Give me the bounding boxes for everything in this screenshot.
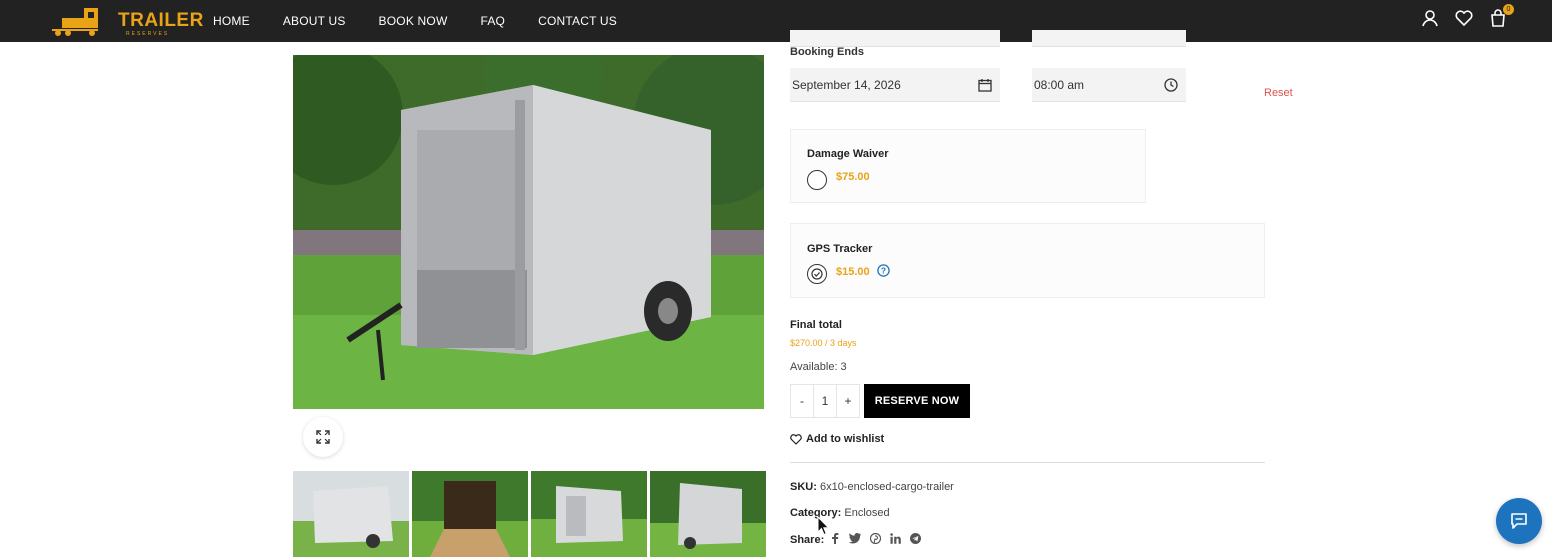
add-to-wishlist-link[interactable]: Add to wishlist: [790, 433, 884, 445]
nav-contact-us[interactable]: CONTACT US: [538, 14, 617, 28]
pinterest-icon[interactable]: [870, 533, 881, 544]
twitter-icon[interactable]: [849, 533, 861, 544]
nav-home[interactable]: HOME: [213, 14, 250, 28]
facebook-icon[interactable]: [830, 533, 840, 544]
logo-text: TRAILER: [118, 10, 204, 31]
svg-text:?: ?: [881, 266, 886, 276]
reserve-now-button[interactable]: RESERVE NOW: [864, 384, 970, 418]
wishlist-heart-icon[interactable]: [1454, 8, 1474, 28]
end-date-value: September 14, 2026: [792, 77, 901, 92]
thumbnail-1[interactable]: [293, 471, 409, 557]
sku-label: SKU:: [790, 481, 817, 493]
addon-title: Damage Waiver: [807, 148, 889, 160]
category-link[interactable]: Enclosed: [844, 507, 889, 519]
clock-icon[interactable]: [1164, 77, 1178, 92]
chat-button[interactable]: [1496, 498, 1542, 544]
sku-row: SKU: 6x10-enclosed-cargo-trailer: [790, 481, 954, 493]
thumbnail-2[interactable]: [412, 471, 528, 557]
damage-waiver-radio[interactable]: [807, 170, 827, 190]
category-row: Category: Enclosed: [790, 507, 890, 519]
mouse-cursor-icon: [817, 516, 830, 536]
main-nav: HOME ABOUT US BOOK NOW FAQ CONTACT US: [213, 0, 650, 42]
nav-faq[interactable]: FAQ: [480, 14, 505, 28]
check-circle-icon: [811, 268, 823, 280]
booking-start-date-field-partial[interactable]: [790, 30, 1000, 47]
booking-end-date-input[interactable]: September 14, 2026: [790, 68, 1000, 102]
telegram-icon[interactable]: [910, 533, 921, 544]
site-logo[interactable]: TRAILER RESERVES: [52, 4, 203, 38]
header-icons: 0: [1420, 4, 1514, 28]
qty-increase-button[interactable]: +: [837, 385, 859, 417]
divider: [790, 462, 1265, 463]
trailer-truck-icon: [52, 8, 98, 36]
expand-icon: [316, 430, 330, 444]
share-icons: [830, 533, 921, 544]
booking-ends-label: Booking Ends: [790, 46, 864, 58]
availability-text: Available: 3: [790, 361, 847, 373]
final-total-label: Final total: [790, 319, 842, 331]
logo-subtext: RESERVES: [126, 31, 170, 37]
linkedin-icon[interactable]: [890, 533, 901, 544]
help-question-icon[interactable]: ?: [877, 264, 890, 277]
final-total-value: $270.00 / 3 days: [790, 338, 857, 348]
qty-decrease-button[interactable]: -: [791, 385, 813, 417]
zoom-expand-button[interactable]: [303, 417, 343, 457]
quantity-stepper: - 1 +: [790, 384, 860, 418]
nav-book-now[interactable]: BOOK NOW: [379, 14, 448, 28]
addon-price: $15.00: [836, 266, 870, 278]
addon-gps-tracker: GPS Tracker $15.00 ?: [790, 223, 1265, 298]
account-icon[interactable]: [1420, 8, 1440, 28]
qty-input[interactable]: 1: [813, 385, 837, 417]
product-main-image[interactable]: [293, 55, 764, 409]
cart-count-badge: 0: [1503, 4, 1514, 15]
calendar-icon[interactable]: [978, 78, 992, 92]
thumbnail-4[interactable]: [650, 471, 766, 557]
booking-start-time-field-partial[interactable]: [1032, 30, 1186, 47]
addon-price: $75.00: [836, 171, 870, 183]
gps-tracker-radio-checked[interactable]: [807, 264, 827, 284]
end-time-value: 08:00 am: [1034, 77, 1085, 92]
nav-about-us[interactable]: ABOUT US: [283, 14, 346, 28]
sku-value: 6x10-enclosed-cargo-trailer: [819, 481, 954, 493]
site-header: TRAILER RESERVES HOME ABOUT US BOOK NOW …: [0, 0, 1552, 42]
booking-end-time-input[interactable]: 08:00 am: [1032, 68, 1186, 102]
category-label: Category:: [790, 507, 842, 519]
heart-icon: [790, 433, 802, 445]
thumbnail-3[interactable]: [531, 471, 647, 557]
addon-damage-waiver: Damage Waiver $75.00: [790, 129, 1146, 203]
addon-title: GPS Tracker: [807, 243, 873, 255]
reset-link[interactable]: Reset: [1264, 87, 1293, 99]
chat-bubble-icon: [1511, 513, 1527, 529]
thumbnail-gallery: [293, 471, 766, 557]
cart-icon[interactable]: 0: [1488, 4, 1514, 28]
wishlist-label: Add to wishlist: [806, 433, 885, 445]
